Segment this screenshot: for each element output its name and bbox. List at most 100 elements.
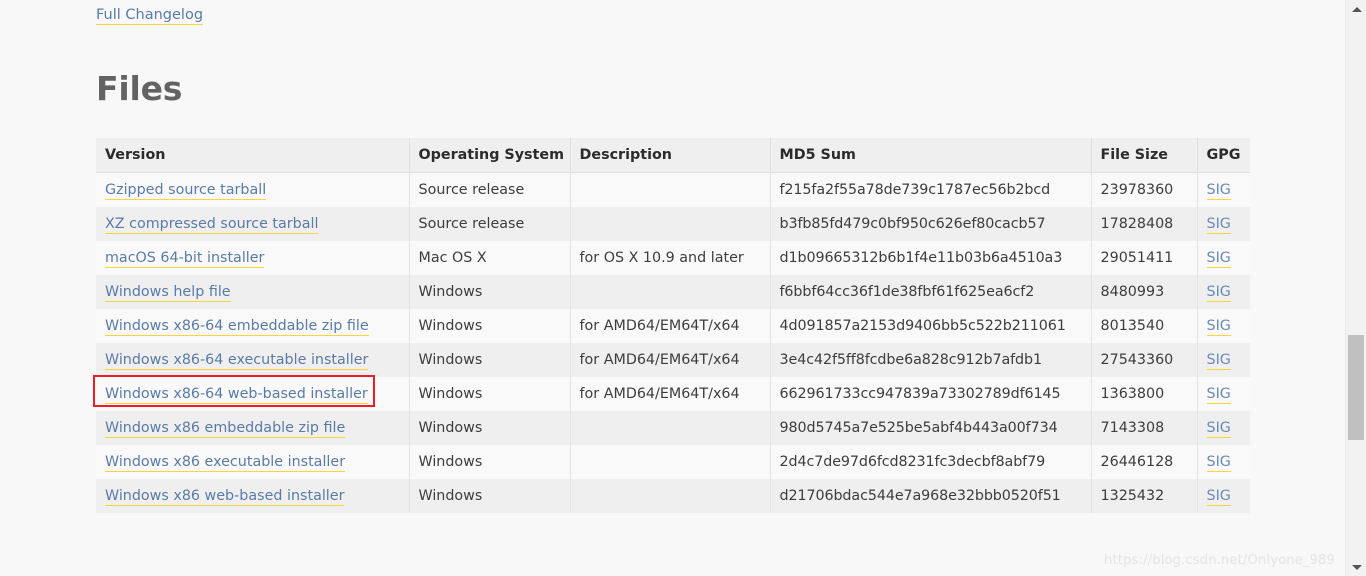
table-row: Windows x86 executable installer Windows 2…: [96, 445, 1250, 479]
cell-md5-sum: d1b09665312b6b1f4e11b03b6a4510a3: [770, 241, 1092, 275]
cell-md5-sum: d21706bdac544e7a968e32bbb0520f51: [770, 479, 1092, 513]
version-download-link[interactable]: Windows help file: [105, 284, 231, 302]
cell-md5-sum: 4d091857a2153d9406bb5c522b211061: [770, 309, 1092, 343]
cell-file-size: 29051411: [1091, 241, 1198, 275]
cell-version: Windows x86 embeddable zip file: [96, 411, 410, 445]
gpg-sig-link[interactable]: SIG: [1206, 488, 1231, 506]
cell-description: [570, 172, 771, 207]
gpg-sig-link[interactable]: SIG: [1206, 454, 1231, 472]
version-download-link[interactable]: Windows x86-64 executable installer: [105, 352, 369, 370]
cell-gpg: SIG: [1197, 479, 1250, 513]
cell-md5-sum: f6bbf64cc36f1de38fbf61f625ea6cf2: [770, 275, 1092, 309]
cell-file-size: 8480993: [1091, 275, 1198, 309]
cell-gpg: SIG: [1197, 275, 1250, 309]
files-table-body: Gzipped source tarball Source release f215…: [96, 172, 1250, 513]
cell-version: Windows x86 web-based installer: [96, 479, 410, 513]
changelog-link-container: Full Changelog: [96, 4, 204, 25]
cell-version: Windows x86-64 embeddable zip file: [96, 309, 410, 343]
cell-description: for AMD64/EM64T/x64: [570, 309, 771, 343]
scroll-up-arrow-icon[interactable]: [1346, 0, 1366, 18]
version-download-link[interactable]: Windows x86 web-based installer: [105, 488, 345, 506]
files-table: Version Operating System Description MD5…: [96, 138, 1250, 513]
cell-md5-sum: 980d5745a7e525be5abf4b443a00f734: [770, 411, 1092, 445]
cell-md5-sum: 662961733cc947839a73302789df6145: [770, 377, 1092, 411]
cell-operating-system: Windows: [409, 377, 571, 411]
version-download-link[interactable]: macOS 64-bit installer: [105, 250, 265, 268]
version-download-link[interactable]: Windows x86 executable installer: [105, 454, 346, 472]
cell-operating-system: Mac OS X: [409, 241, 571, 275]
version-download-link[interactable]: Windows x86 embeddable zip file: [105, 420, 346, 438]
cell-version: Windows x86 executable installer: [96, 445, 410, 479]
cell-operating-system: Windows: [409, 275, 571, 309]
cell-file-size: 17828408: [1091, 207, 1198, 241]
table-row: Windows x86-64 executable installer Windo…: [96, 343, 1250, 377]
cell-version: Gzipped source tarball: [96, 172, 410, 207]
cell-gpg: SIG: [1197, 241, 1250, 275]
cell-description: [570, 445, 771, 479]
watermark-text: https://blog.csdn.net/Onlyone_989: [1104, 553, 1335, 568]
cell-file-size: 1363800: [1091, 377, 1198, 411]
cell-operating-system: Windows: [409, 309, 571, 343]
column-header-description: Description: [570, 138, 771, 173]
table-row: Windows help file Windows f6bbf64cc36f1de3…: [96, 275, 1250, 309]
cell-file-size: 8013540: [1091, 309, 1198, 343]
cell-file-size: 26446128: [1091, 445, 1198, 479]
full-changelog-link[interactable]: Full Changelog: [96, 7, 204, 25]
gpg-sig-link[interactable]: SIG: [1206, 182, 1231, 200]
column-header-md5-sum: MD5 Sum: [770, 138, 1092, 173]
gpg-sig-link[interactable]: SIG: [1206, 420, 1231, 438]
gpg-sig-link[interactable]: SIG: [1206, 386, 1231, 404]
column-header-operating-system: Operating System: [409, 138, 571, 173]
cell-operating-system: Windows: [409, 411, 571, 445]
cell-file-size: 7143308: [1091, 411, 1198, 445]
cell-description: [570, 275, 771, 309]
files-table-container: Version Operating System Description MD5…: [96, 138, 1250, 513]
scrollbar-thumb[interactable]: [1348, 335, 1364, 440]
table-header-row: Version Operating System Description MD5…: [96, 138, 1250, 173]
cell-version: Windows x86-64 web-based installer: [96, 377, 410, 411]
cell-description: for OS X 10.9 and later: [570, 241, 771, 275]
cell-version: Windows help file: [96, 275, 410, 309]
cell-operating-system: Windows: [409, 445, 571, 479]
cell-md5-sum: 3e4c42f5ff8fcdbe6a828c912b7afdb1: [770, 343, 1092, 377]
cell-gpg: SIG: [1197, 343, 1250, 377]
cell-gpg: SIG: [1197, 207, 1250, 241]
vertical-scrollbar[interactable]: [1345, 0, 1366, 576]
column-header-gpg: GPG: [1197, 138, 1250, 173]
cell-file-size: 23978360: [1091, 172, 1198, 207]
cell-file-size: 27543360: [1091, 343, 1198, 377]
table-row: Gzipped source tarball Source release f215…: [96, 172, 1250, 207]
cell-md5-sum: 2d4c7de97d6fcd8231fc3decbf8abf79: [770, 445, 1092, 479]
cell-gpg: SIG: [1197, 309, 1250, 343]
table-row: macOS 64-bit installer Mac OS Xfor OS X 1…: [96, 241, 1250, 275]
gpg-sig-link[interactable]: SIG: [1206, 216, 1231, 234]
page-canvas: Full Changelog Files Version Operating S…: [0, 0, 1345, 576]
table-row: Windows x86-64 web-based installer Window…: [96, 377, 1250, 411]
version-download-link[interactable]: Windows x86-64 web-based installer: [105, 386, 368, 404]
table-row: Windows x86 web-based installer Windows d2…: [96, 479, 1250, 513]
column-header-version: Version: [96, 138, 410, 173]
gpg-sig-link[interactable]: SIG: [1206, 284, 1231, 302]
files-table-header: Version Operating System Description MD5…: [96, 138, 1250, 173]
cell-gpg: SIG: [1197, 377, 1250, 411]
cell-operating-system: Windows: [409, 343, 571, 377]
cell-operating-system: Source release: [409, 172, 571, 207]
table-row: Windows x86 embeddable zip file Windows 98…: [96, 411, 1250, 445]
cell-description: [570, 479, 771, 513]
cell-description: for AMD64/EM64T/x64: [570, 377, 771, 411]
cell-description: for AMD64/EM64T/x64: [570, 343, 771, 377]
page-title: Files: [96, 69, 183, 108]
version-download-link[interactable]: Gzipped source tarball: [105, 182, 267, 200]
cell-description: [570, 411, 771, 445]
gpg-sig-link[interactable]: SIG: [1206, 318, 1231, 336]
gpg-sig-link[interactable]: SIG: [1206, 250, 1231, 268]
cell-operating-system: Windows: [409, 479, 571, 513]
cell-version: XZ compressed source tarball: [96, 207, 410, 241]
version-download-link[interactable]: XZ compressed source tarball: [105, 216, 319, 234]
cell-gpg: SIG: [1197, 445, 1250, 479]
scroll-down-arrow-icon[interactable]: [1346, 558, 1366, 576]
cell-version: macOS 64-bit installer: [96, 241, 410, 275]
cell-md5-sum: b3fb85fd479c0bf950c626ef80cacb57: [770, 207, 1092, 241]
gpg-sig-link[interactable]: SIG: [1206, 352, 1231, 370]
version-download-link[interactable]: Windows x86-64 embeddable zip file: [105, 318, 369, 336]
